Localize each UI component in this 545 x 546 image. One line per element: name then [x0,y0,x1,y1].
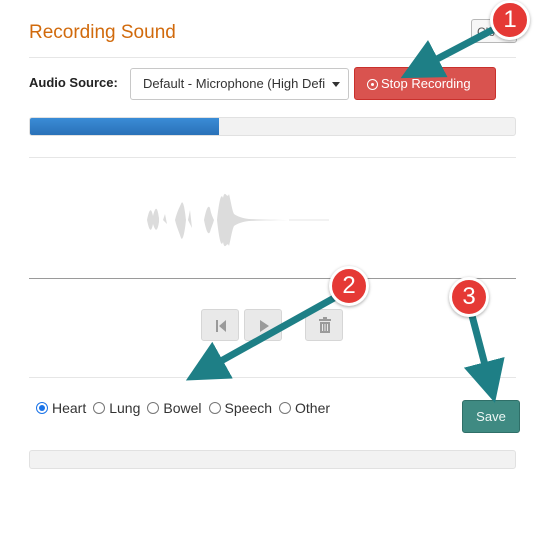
radio-label: Bowel [163,400,202,416]
audio-source-label: Audio Source: [29,75,118,90]
callout-3: 3 [449,277,489,317]
radio-label: Lung [109,400,141,416]
audio-source-value: Default - Microphone (High Definition Au… [143,76,325,91]
radio-button[interactable] [36,402,48,414]
audio-source-select[interactable]: Default - Microphone (High Definition Au… [130,68,349,100]
radio-button[interactable] [147,402,160,414]
stop-recording-label: Stop Recording [381,76,471,91]
recording-progress [29,117,516,136]
caret-down-icon [332,82,340,87]
play-button[interactable] [244,309,282,341]
delete-button[interactable] [305,309,343,341]
sound-type-group: Heart Lung Bowel Speech Other [36,400,337,416]
header-divider [29,57,516,58]
play-icon [260,320,269,332]
sound-type-option-lung[interactable]: Lung [93,400,140,416]
radio-button[interactable] [279,402,292,414]
stop-recording-button[interactable]: Stop Recording [354,67,496,100]
skip-back-icon [216,320,226,332]
callout-2: 2 [329,266,369,306]
dialog-title: Recording Sound [29,22,176,43]
trash-icon [319,317,331,333]
sound-type-option-speech[interactable]: Speech [208,400,273,416]
sound-type-option-bowel[interactable]: Bowel [147,400,202,416]
radio-label: Speech [224,400,273,416]
arrow-3 [463,304,505,403]
callout-1: 1 [490,0,530,40]
controls-divider [29,377,516,378]
save-button[interactable]: Save [462,400,520,433]
radio-button[interactable] [93,402,106,414]
radio-label: Heart [52,400,87,416]
sound-type-option-other[interactable]: Other [279,400,330,416]
waveform-baseline [29,278,516,279]
radio-label: Other [295,400,331,416]
radio-button[interactable] [208,402,221,414]
recording-progress-fill [30,118,220,135]
sound-type-option-heart[interactable]: Heart [36,400,86,416]
record-icon [367,79,378,90]
status-bar [29,450,516,469]
waveform [147,193,329,247]
skip-back-button[interactable] [201,309,239,341]
